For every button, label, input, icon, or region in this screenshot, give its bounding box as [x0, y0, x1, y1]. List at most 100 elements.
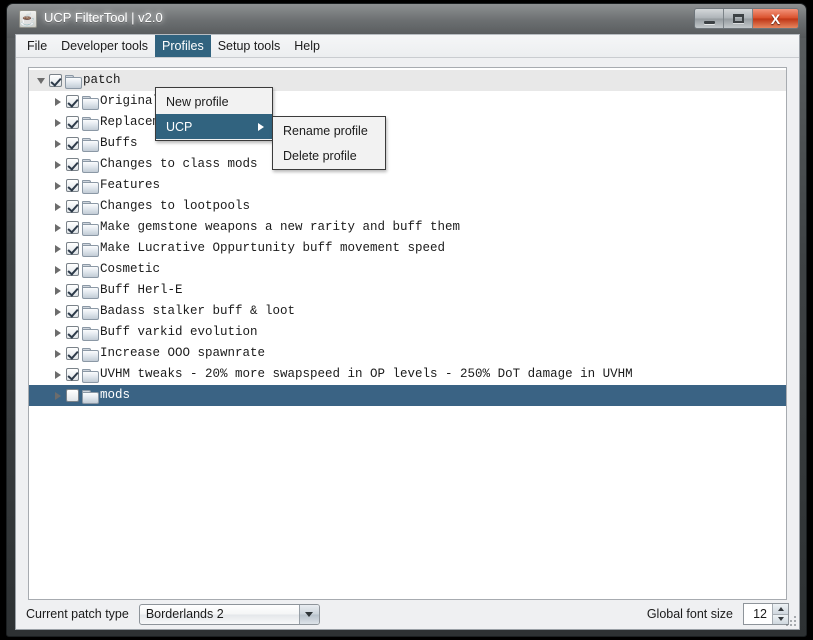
folder-icon: [82, 200, 99, 215]
chevron-right-icon[interactable]: [50, 217, 66, 238]
tree-row-label: Changes to class mods: [100, 157, 258, 171]
folder-icon: [82, 368, 99, 383]
tree-row-checkbox[interactable]: [66, 242, 79, 255]
chevron-right-icon[interactable]: [50, 301, 66, 322]
filter-tree-panel[interactable]: patch Original check Replacements Buffs Chan…: [28, 67, 787, 600]
tree-row-checkbox[interactable]: [66, 95, 79, 108]
caret-down-icon: [777, 617, 784, 622]
tree-row[interactable]: Replacements: [29, 112, 786, 133]
menu-developer-tools[interactable]: Developer tools: [54, 35, 155, 57]
folder-icon: [82, 326, 99, 341]
folder-icon: [82, 242, 99, 257]
chevron-right-icon[interactable]: [50, 196, 66, 217]
folder-icon: [82, 221, 99, 236]
tree-row-label: UVHM tweaks - 20% more swapspeed in OP l…: [100, 367, 633, 381]
maximize-button[interactable]: [724, 9, 753, 28]
tree-row-checkbox[interactable]: [66, 116, 79, 129]
tree-row[interactable]: Cosmetic: [29, 259, 786, 280]
filter-tree: patch Original check Replacements Buffs Chan…: [29, 68, 786, 406]
font-size-value[interactable]: 12: [744, 604, 772, 624]
global-font-size-stepper[interactable]: 12: [743, 603, 789, 625]
menu-file[interactable]: File: [20, 35, 54, 57]
tree-row-checkbox[interactable]: [66, 221, 79, 234]
chevron-right-icon[interactable]: [50, 238, 66, 259]
tree-row-checkbox[interactable]: [66, 305, 79, 318]
tree-row[interactable]: Make gemstone weapons a new rarity and b…: [29, 217, 786, 238]
menu-item-label: New profile: [166, 94, 229, 109]
title-bar[interactable]: ☕ UCP FilterTool | v2.0 X: [7, 4, 806, 34]
chevron-right-icon[interactable]: [50, 91, 66, 112]
tree-row-label: Increase OOO spawnrate: [100, 346, 266, 360]
tree-row-checkbox[interactable]: [49, 74, 62, 87]
tree-row-checkbox[interactable]: [66, 368, 79, 381]
stepper-up-button[interactable]: [773, 604, 788, 614]
menu-item-label: Rename profile: [283, 123, 368, 138]
chevron-right-icon[interactable]: [50, 280, 66, 301]
tree-row-label: Features: [100, 178, 161, 192]
chevron-down-icon[interactable]: [298, 604, 319, 624]
patch-type-select[interactable]: Borderlands 2: [138, 603, 320, 625]
tree-row[interactable]: UVHM tweaks - 20% more swapspeed in OP l…: [29, 364, 786, 385]
minimize-button[interactable]: [695, 9, 724, 28]
folder-icon: [82, 263, 99, 278]
tree-row[interactable]: Buffs: [29, 133, 786, 154]
chevron-down-icon[interactable]: [33, 70, 49, 91]
tree-row-checkbox[interactable]: [66, 263, 79, 276]
folder-icon: [82, 116, 99, 131]
menu-item-new-profile[interactable]: New profile: [156, 89, 272, 114]
tree-row-label: mods: [100, 388, 131, 402]
tree-row[interactable]: mods: [29, 385, 786, 406]
tree-row-checkbox[interactable]: [66, 200, 79, 213]
tree-row[interactable]: patch: [29, 70, 786, 91]
tree-row-label: Buffs: [100, 136, 138, 150]
chevron-right-icon[interactable]: [50, 343, 66, 364]
tree-row-checkbox[interactable]: [66, 347, 79, 360]
menu-item-rename-profile[interactable]: Rename profile: [273, 118, 385, 143]
tree-row[interactable]: Badass stalker buff & loot: [29, 301, 786, 322]
font-size-label: Global font size: [646, 607, 733, 621]
tree-row-label: Make Lucrative Oppurtunity buff movement…: [100, 241, 446, 255]
tree-row-checkbox[interactable]: [66, 326, 79, 339]
tree-row-label: Changes to lootpools: [100, 199, 251, 213]
tree-row-label: Buff Herl-E: [100, 283, 183, 297]
tree-row-checkbox[interactable]: [66, 179, 79, 192]
tree-row-checkbox[interactable]: [66, 389, 79, 402]
menu-setup-tools[interactable]: Setup tools: [211, 35, 288, 57]
application-window: ☕ UCP FilterTool | v2.0 X File Developer …: [6, 3, 807, 637]
java-coffee-icon: ☕: [19, 10, 37, 28]
tree-row[interactable]: Buff Herl-E: [29, 280, 786, 301]
tree-row-checkbox[interactable]: [66, 284, 79, 297]
chevron-right-icon[interactable]: [50, 112, 66, 133]
tree-row[interactable]: Changes to lootpools: [29, 196, 786, 217]
folder-icon: [82, 305, 99, 320]
tree-row-checkbox[interactable]: [66, 137, 79, 150]
chevron-right-icon[interactable]: [50, 259, 66, 280]
close-button[interactable]: X: [753, 9, 798, 28]
tree-row[interactable]: Buff varkid evolution: [29, 322, 786, 343]
chevron-right-icon[interactable]: [50, 154, 66, 175]
tree-row-checkbox[interactable]: [66, 158, 79, 171]
menu-profiles[interactable]: Profiles: [155, 35, 211, 57]
tree-row-label: patch: [83, 73, 121, 87]
menu-item-ucp[interactable]: UCP: [156, 114, 272, 139]
folder-icon: [82, 95, 99, 110]
tree-row[interactable]: Features: [29, 175, 786, 196]
menu-help[interactable]: Help: [287, 35, 327, 57]
chevron-right-icon[interactable]: [50, 364, 66, 385]
menu-item-label: UCP: [166, 119, 193, 134]
tree-row[interactable]: Increase OOO spawnrate: [29, 343, 786, 364]
chevron-right-icon[interactable]: [50, 175, 66, 196]
resize-grip[interactable]: [784, 614, 796, 626]
folder-icon: [82, 389, 99, 404]
tree-row-label: Buff varkid evolution: [100, 325, 258, 339]
menu-item-delete-profile[interactable]: Delete profile: [273, 143, 385, 168]
close-icon: X: [770, 10, 781, 27]
tree-row[interactable]: Changes to class mods: [29, 154, 786, 175]
chevron-right-icon[interactable]: [50, 322, 66, 343]
chevron-right-icon[interactable]: [50, 385, 66, 406]
folder-icon: [65, 74, 82, 89]
tree-row[interactable]: Make Lucrative Oppurtunity buff movement…: [29, 238, 786, 259]
folder-icon: [82, 158, 99, 173]
tree-row[interactable]: Original check: [29, 91, 786, 112]
chevron-right-icon[interactable]: [50, 133, 66, 154]
